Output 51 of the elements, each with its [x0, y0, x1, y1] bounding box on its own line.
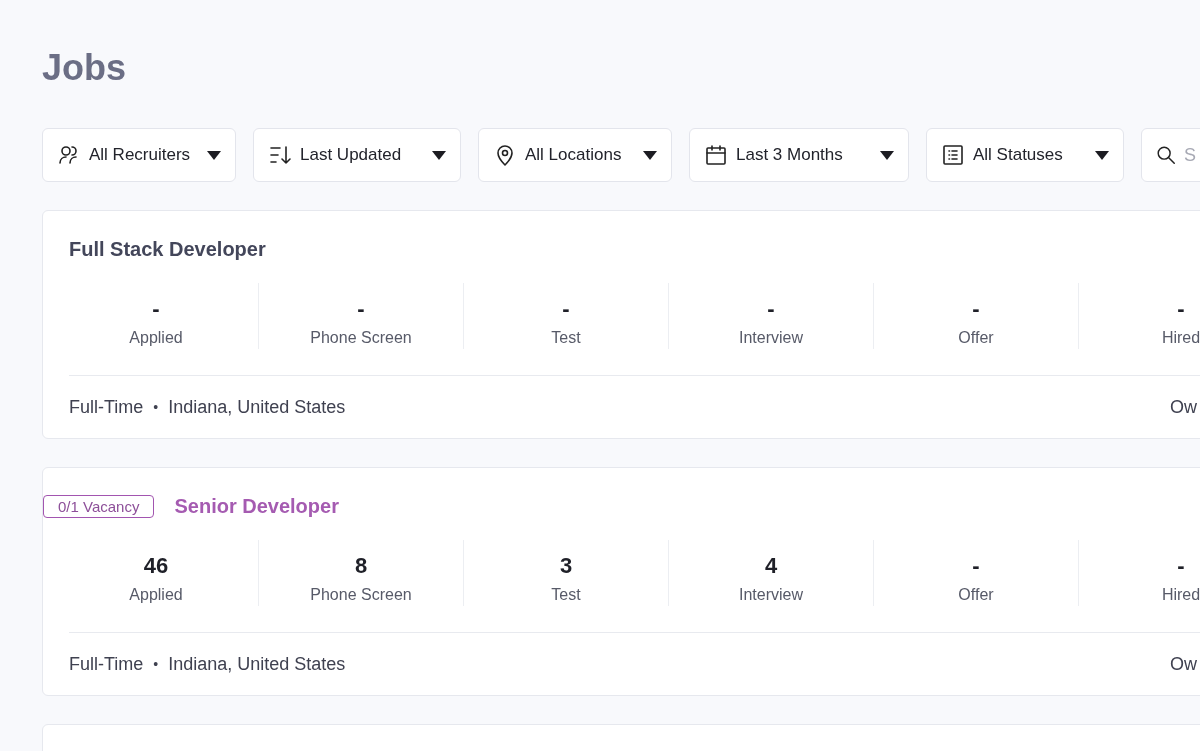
job-title[interactable]: Full Stack Developer — [69, 237, 266, 261]
filter-dropdown[interactable]: Last Updated — [253, 128, 461, 182]
stage-label: Phone Screen — [310, 586, 412, 604]
stage-count: - — [972, 297, 980, 321]
filter-dropdown[interactable]: All Recruiters — [42, 128, 236, 182]
page-title: Jobs — [42, 46, 128, 90]
filter-dropdown[interactable]: All Locations — [478, 128, 672, 182]
list-icon — [941, 143, 965, 167]
job-owner: Ow — [1170, 653, 1197, 675]
job-type: Full-Time — [69, 653, 144, 675]
stage-label: Test — [551, 586, 581, 604]
vacancy-badge: 0/1 Vacancy — [43, 494, 155, 518]
stage-label: Interview — [739, 329, 803, 347]
job-title[interactable]: Senior Developer — [174, 494, 339, 518]
stage-count: - — [1177, 554, 1185, 578]
stage-label: Applied — [129, 329, 183, 347]
job-type: Full-Time — [69, 396, 144, 418]
stage-count: 3 — [559, 554, 573, 578]
stage-label: Phone Screen — [310, 329, 412, 347]
search-field[interactable]: S — [1141, 128, 1200, 182]
job-location: Indiana, United States — [168, 653, 346, 675]
stage-label: Offer — [958, 586, 994, 604]
job-owner: Ow — [1170, 396, 1197, 418]
search-icon — [1155, 144, 1177, 166]
separator-dot: • — [153, 656, 159, 672]
stage-count: - — [1177, 297, 1185, 321]
stage-count: 8 — [354, 554, 368, 578]
stage-count: 4 — [764, 554, 778, 578]
stage-count: - — [767, 297, 775, 321]
stage-label: Interview — [739, 586, 803, 604]
stage-label: Offer — [958, 329, 994, 347]
stage-label: Applied — [129, 586, 183, 604]
calendar-icon — [704, 143, 728, 167]
filter-dropdown[interactable]: Last 3 Months — [689, 128, 909, 182]
stage-label: Hired — [1161, 586, 1200, 604]
stage-count: - — [357, 297, 365, 321]
job-location: Indiana, United States — [168, 396, 346, 418]
stage-count: 46 — [143, 554, 169, 578]
caret-icon — [643, 150, 657, 160]
sort-icon — [268, 143, 292, 167]
stage-count: - — [972, 554, 980, 578]
separator-dot: • — [153, 399, 159, 415]
filter-dropdown[interactable]: All Statuses — [926, 128, 1124, 182]
stage-label: Hired — [1161, 329, 1200, 347]
caret-icon — [880, 150, 894, 160]
stage-count: - — [152, 297, 160, 321]
caret-icon — [1095, 150, 1109, 160]
stage-count: - — [562, 297, 570, 321]
caret-icon — [207, 150, 221, 160]
caret-icon — [432, 150, 446, 160]
stage-label: Test — [551, 329, 581, 347]
